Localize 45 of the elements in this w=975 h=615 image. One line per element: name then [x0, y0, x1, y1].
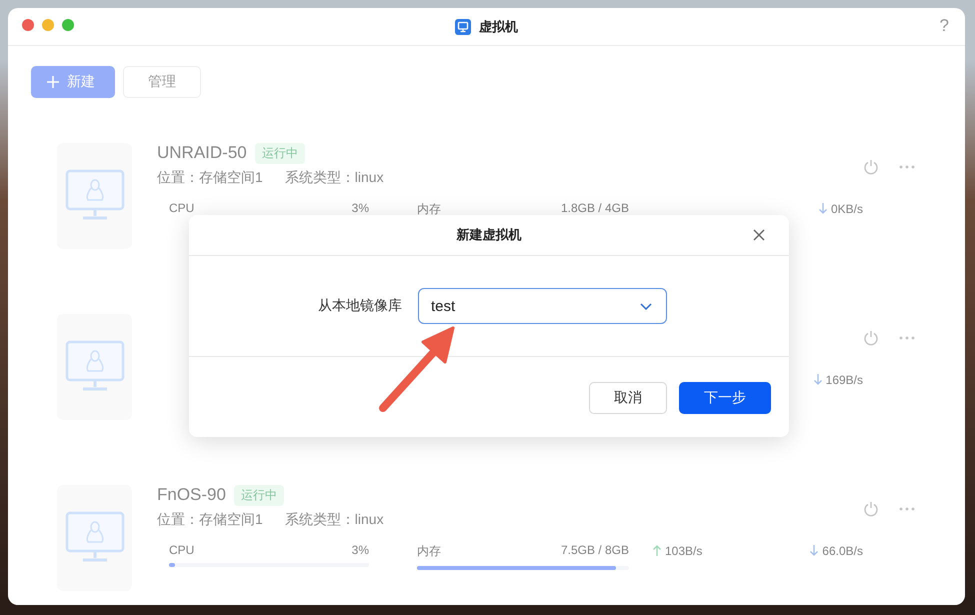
vm-location: 位置：存储空间1: [157, 169, 263, 187]
vm-system-type: 系统类型：linux: [284, 169, 384, 187]
more-icon[interactable]: [899, 336, 915, 340]
next-button[interactable]: 下一步: [679, 382, 771, 414]
download-rate: 0KB/s: [830, 202, 863, 216]
download-arrow-icon: [818, 203, 827, 214]
window-title: 虚拟机: [479, 18, 518, 36]
vm-system-type: 系统类型：linux: [284, 511, 384, 529]
close-window-icon[interactable]: [22, 19, 34, 31]
power-icon[interactable]: [863, 159, 879, 175]
download-arrow-icon: [814, 374, 822, 385]
download-rate: 66.0B/s: [822, 544, 863, 558]
manage-button[interactable]: 管理: [123, 66, 201, 98]
cpu-value: 3%: [352, 201, 369, 215]
vm-location: 位置：存储空间1: [157, 511, 263, 529]
cpu-label: CPU: [169, 543, 194, 557]
upload-rate: 103B/s: [665, 544, 702, 558]
vm-name: FnOS-90: [157, 485, 226, 505]
status-badge: 运行中: [254, 142, 305, 164]
monitor-app-icon: [455, 18, 471, 34]
power-icon[interactable]: [863, 501, 879, 517]
memory-label: 内存: [417, 543, 441, 560]
help-button[interactable]: ?: [940, 16, 949, 36]
cpu-label: CPU: [169, 201, 194, 215]
more-icon[interactable]: [899, 507, 915, 511]
upload-arrow-icon: [653, 545, 661, 556]
cancel-button[interactable]: 取消: [589, 382, 667, 414]
image-select[interactable]: test: [418, 288, 667, 324]
plus-icon: [47, 76, 59, 88]
memory-label: 内存: [417, 201, 441, 218]
zoom-window-icon[interactable]: [62, 19, 74, 31]
memory-value: 1.8GB / 4GB: [560, 201, 629, 217]
vm-name: UNRAID-50: [157, 143, 247, 163]
chevron-down-icon: [640, 302, 652, 310]
download-arrow-icon: [810, 545, 818, 556]
dialog-title: 新建虚拟机: [456, 226, 522, 244]
more-icon[interactable]: [899, 165, 915, 169]
close-icon[interactable]: [753, 229, 765, 241]
field-label: 从本地镜像库: [317, 297, 402, 315]
power-icon[interactable]: [863, 330, 879, 346]
download-rate: 169B/s: [826, 372, 863, 386]
cpu-value: 3%: [352, 543, 369, 557]
minimize-window-icon[interactable]: [42, 19, 54, 31]
status-badge: 运行中: [234, 484, 284, 506]
memory-value: 7.5GB / 8GB: [560, 543, 629, 559]
